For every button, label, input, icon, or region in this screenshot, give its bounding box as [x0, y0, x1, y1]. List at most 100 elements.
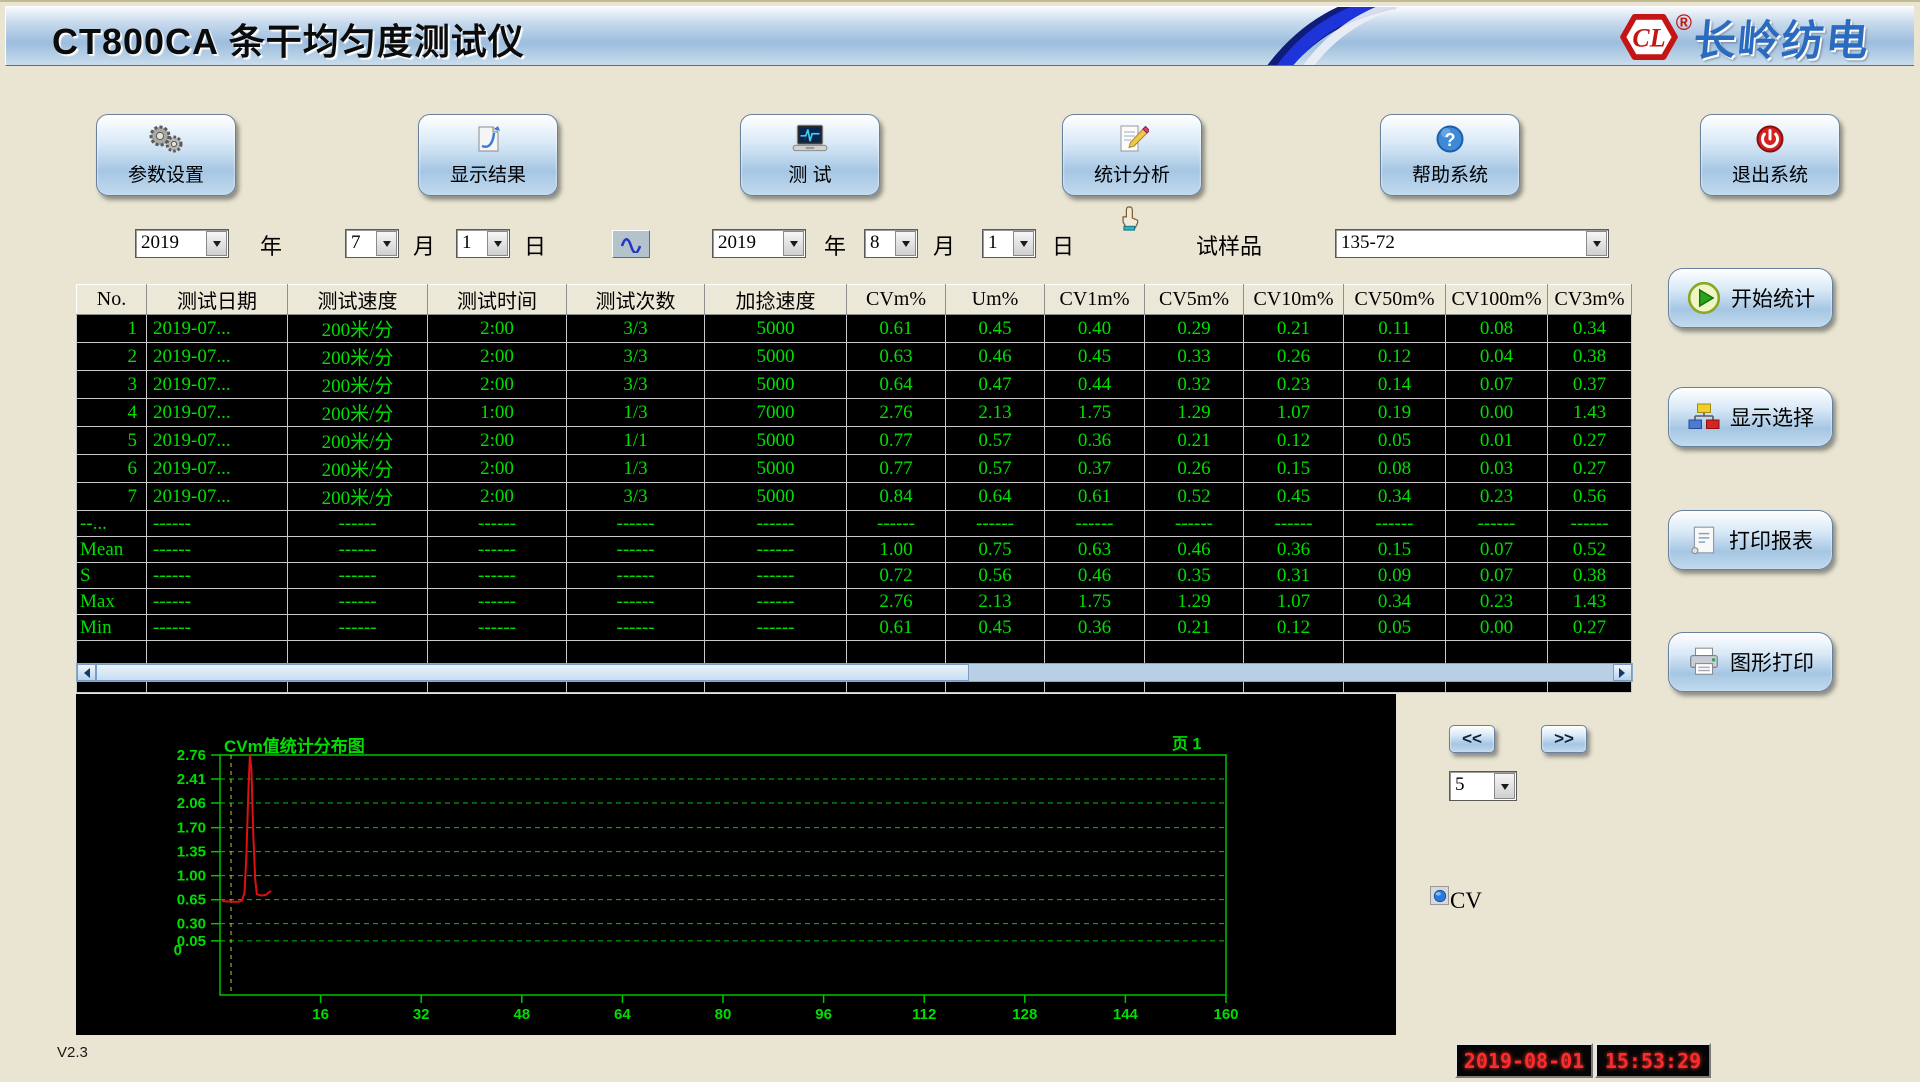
page-size-select[interactable]: 5 — [1449, 771, 1517, 801]
cv-sphere-icon[interactable] — [1430, 886, 1449, 905]
chevron-down-icon[interactable] — [206, 231, 227, 256]
table-cell: 7 — [77, 483, 147, 511]
table-cell: ------ — [147, 563, 288, 589]
table-cell: 0.08 — [1344, 455, 1446, 483]
printer-icon — [1687, 646, 1721, 678]
table-cell: 0.33 — [1145, 343, 1244, 371]
chevron-down-icon[interactable] — [1586, 231, 1607, 256]
start-statistics-button[interactable]: 开始统计 — [1668, 268, 1833, 328]
table-row[interactable]: 52019-07...200米/分2:001/150000.770.570.36… — [77, 427, 1632, 455]
svg-text:32: 32 — [413, 1006, 430, 1023]
table-cell: 5000 — [705, 483, 847, 511]
table-cell: 0.12 — [1244, 427, 1344, 455]
end-year-select[interactable]: 2019 — [712, 229, 806, 258]
help-button-label: 帮助系统 — [1412, 160, 1488, 187]
table-cell: 0.63 — [1045, 537, 1145, 563]
table-cell: 0.05 — [1344, 427, 1446, 455]
table-row[interactable]: Mean------------------------------1.000.… — [77, 537, 1632, 563]
svg-text:1.35: 1.35 — [177, 844, 206, 861]
table-cell: 0.45 — [946, 315, 1045, 343]
start-day-select[interactable]: 1 — [456, 229, 510, 258]
table-cell: 0.36 — [1045, 615, 1145, 641]
table-cell: 0.35 — [1145, 563, 1244, 589]
table-cell: 0.56 — [946, 563, 1045, 589]
table-row[interactable]: S------------------------------0.720.560… — [77, 563, 1632, 589]
svg-text:0: 0 — [174, 942, 182, 959]
swoosh-decoration — [1156, 7, 1416, 65]
table-cell: 0.07 — [1446, 371, 1548, 399]
chevron-down-icon[interactable] — [783, 231, 804, 256]
table-cell: --... — [77, 511, 147, 537]
help-button[interactable]: ? 帮助系统 — [1380, 114, 1520, 196]
table-cell: 4 — [77, 399, 147, 427]
table-cell: ------ — [428, 615, 567, 641]
display-select-button[interactable]: 显示选择 — [1668, 387, 1833, 447]
scroll-left-button[interactable] — [77, 664, 96, 681]
table-row[interactable]: Min------------------------------0.610.4… — [77, 615, 1632, 641]
start-year-select[interactable]: 2019 — [135, 229, 229, 258]
sample-select[interactable]: 135-72 — [1335, 229, 1609, 258]
table-cell: ------ — [1244, 511, 1344, 537]
scroll-right-button[interactable] — [1613, 664, 1632, 681]
table-cell: 0.37 — [1045, 455, 1145, 483]
table-row[interactable]: --...-----------------------------------… — [77, 511, 1632, 537]
statistics-button[interactable]: 统计分析 — [1062, 114, 1202, 196]
report-icon — [1688, 524, 1720, 556]
start-month-select[interactable]: 7 — [345, 229, 399, 258]
cv-label: CV — [1450, 888, 1482, 914]
end-month-label: 月 — [933, 229, 955, 261]
table-row[interactable]: 32019-07...200米/分2:003/350000.640.470.44… — [77, 371, 1632, 399]
page-title: CT800CA 条干均匀度测试仪 — [52, 13, 525, 65]
chevron-down-icon[interactable] — [895, 231, 916, 256]
distribution-chart: 2.762.412.061.701.351.000.650.300.050163… — [76, 694, 1396, 1035]
table-cell: 0.27 — [1548, 427, 1632, 455]
chevron-down-icon[interactable] — [1013, 231, 1034, 256]
table-cell: 0.31 — [1244, 563, 1344, 589]
print-graph-label: 图形打印 — [1730, 647, 1814, 677]
settings-button[interactable]: 参数设置 — [96, 114, 236, 196]
table-row[interactable]: 62019-07...200米/分2:001/350000.770.570.37… — [77, 455, 1632, 483]
table-cell: 2019-07... — [147, 399, 288, 427]
table-row[interactable]: 12019-07...200米/分2:003/350000.610.450.40… — [77, 315, 1632, 343]
table-row[interactable]: Max------------------------------2.762.1… — [77, 589, 1632, 615]
chevron-down-icon[interactable] — [487, 231, 508, 256]
svg-text:144: 144 — [1113, 1006, 1139, 1023]
table-cell: 0.34 — [1344, 589, 1446, 615]
table-cell: 0.15 — [1344, 537, 1446, 563]
end-month-select[interactable]: 8 — [864, 229, 918, 258]
chart-title: CVm值统计分布图 — [224, 732, 365, 757]
print-report-button[interactable]: 打印报表 — [1668, 510, 1833, 570]
end-day-select[interactable]: 1 — [982, 229, 1036, 258]
table-row[interactable]: 42019-07...200米/分1:001/370002.762.131.75… — [77, 399, 1632, 427]
table-row[interactable]: 72019-07...200米/分2:003/350000.840.640.61… — [77, 483, 1632, 511]
print-graph-button[interactable]: 图形打印 — [1668, 632, 1833, 692]
test-button[interactable]: 测 试 — [740, 114, 880, 196]
table-cell: 0.46 — [1145, 537, 1244, 563]
end-year-label: 年 — [824, 229, 846, 261]
table-cell: 0.21 — [1244, 315, 1344, 343]
table-cell: 0.05 — [1344, 615, 1446, 641]
svg-text:112: 112 — [912, 1006, 936, 1023]
table-cell: 0.72 — [847, 563, 946, 589]
next-page-button[interactable]: >> — [1541, 725, 1587, 753]
exit-button[interactable]: 退出系统 — [1700, 114, 1840, 196]
table-cell: 5000 — [705, 427, 847, 455]
chevron-down-icon[interactable] — [1494, 773, 1515, 799]
chart-page-label: 页 1 — [1172, 730, 1201, 754]
table-horizontal-scrollbar[interactable] — [76, 663, 1633, 682]
svg-text:0.65: 0.65 — [177, 892, 206, 909]
scrollbar-track[interactable] — [969, 664, 1613, 681]
table-cell: 0.34 — [1548, 315, 1632, 343]
column-header: Um% — [946, 285, 1045, 315]
table-cell: 0.63 — [847, 343, 946, 371]
table-row[interactable]: 22019-07...200米/分2:003/350000.630.460.45… — [77, 343, 1632, 371]
table-cell: 200米/分 — [288, 455, 428, 483]
scrollbar-thumb[interactable] — [96, 664, 969, 681]
version-label: V2.3 — [57, 1044, 88, 1061]
chevron-down-icon[interactable] — [376, 231, 397, 256]
table-cell: ------ — [847, 511, 946, 537]
show-results-button[interactable]: 显示结果 — [418, 114, 558, 196]
table-cell: 0.45 — [1244, 483, 1344, 511]
table-cell: 200米/分 — [288, 315, 428, 343]
prev-page-button[interactable]: << — [1449, 725, 1495, 753]
